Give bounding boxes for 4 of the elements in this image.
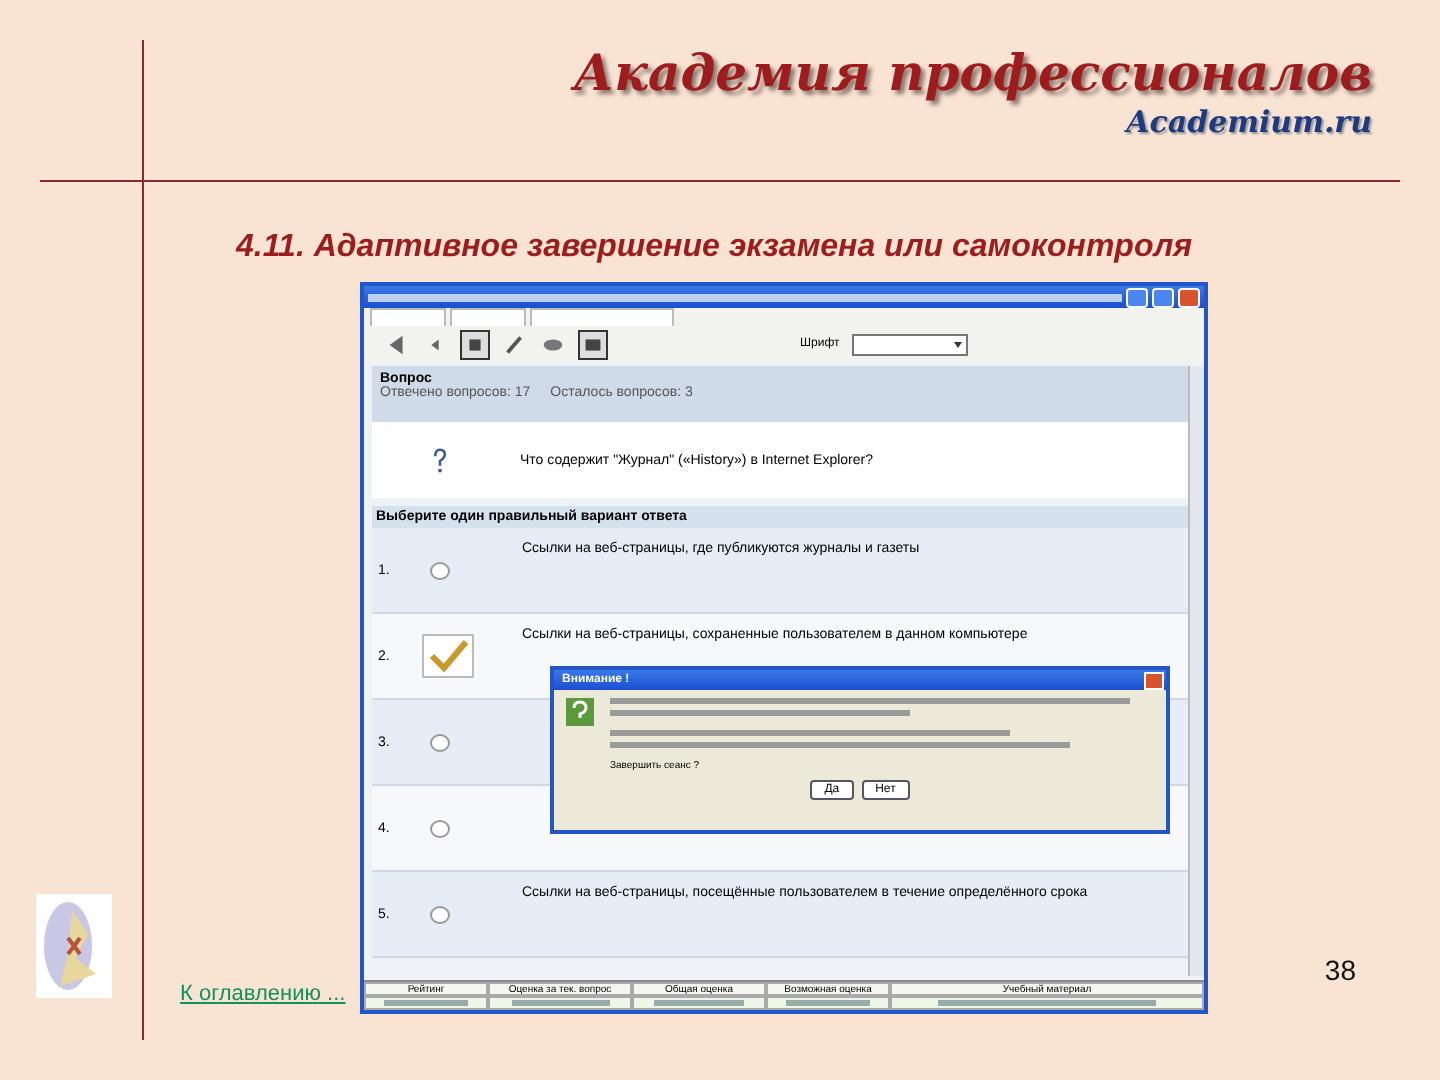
brand-domain: Academium.ru <box>1126 104 1372 140</box>
slide-heading: 4.11. Адаптивное завершение экзамена или самоконтроля <box>236 230 1195 268</box>
brand-title: Академия профессионалов <box>573 44 1372 104</box>
page-number: 38 <box>1324 954 1356 986</box>
